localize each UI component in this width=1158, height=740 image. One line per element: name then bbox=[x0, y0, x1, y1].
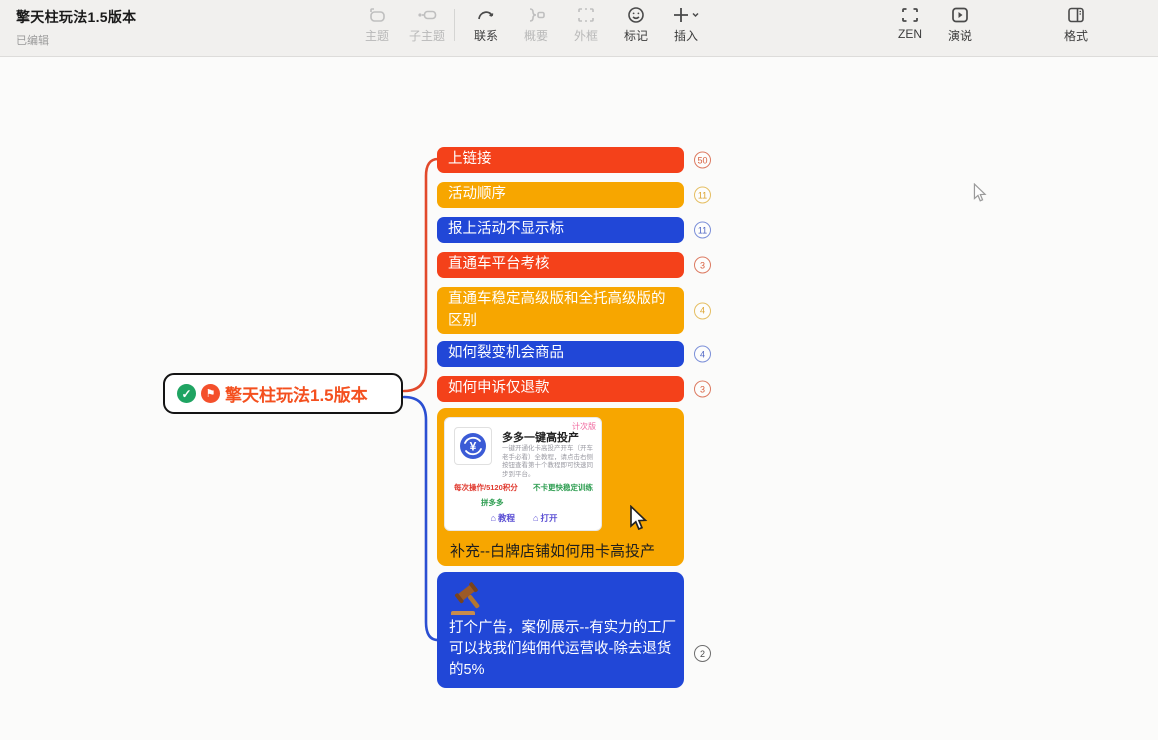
image-topic-caption: 补充--白牌店铺如何用卡高投产 bbox=[450, 540, 655, 561]
topic-label: 直通车稳定高级版和全托高级版的区别 bbox=[448, 289, 673, 331]
card-description: 一键开通化卡高投产开车（开车老手必看）全教程，请点击右侧按钮查看第十个教程即可快… bbox=[502, 445, 597, 479]
document-info: 擎天柱玩法1.5版本 已编辑 bbox=[16, 7, 136, 48]
marker-count-badge: 50 bbox=[694, 152, 711, 169]
document-title: 擎天柱玩法1.5版本 bbox=[16, 7, 136, 27]
topic-label: 直通车平台考核 bbox=[448, 254, 550, 275]
subtopic-icon bbox=[416, 5, 438, 25]
toolbar-divider bbox=[454, 9, 455, 41]
open-button-label: 打开 bbox=[540, 512, 557, 524]
flag-marker-icon[interactable]: ⚑ bbox=[201, 384, 220, 403]
toolbar-subtopic-button[interactable]: 子主题 bbox=[402, 5, 452, 44]
branch-line-bottom bbox=[404, 397, 438, 640]
topic-node-note[interactable]: 打个广告，案例展示--有实力的工厂可以找我们纯佣代运营收-除去退货的5% 2 bbox=[437, 572, 684, 688]
note-topic-label: 打个广告，案例展示--有实力的工厂可以找我们纯佣代运营收-除去退货的5% bbox=[449, 618, 677, 681]
topic-node[interactable]: 如何申诉仅退款 3 bbox=[437, 376, 684, 402]
refresh-yuan-logo-icon: ¥ bbox=[457, 430, 489, 462]
toolbar-label: 子主题 bbox=[409, 27, 445, 44]
marker-count-badge: 11 bbox=[694, 222, 711, 239]
mindmap-canvas[interactable]: ✓ ⚑ 擎天柱玩法1.5版本 上链接 50 活动顺序 11 报上活动不显示标 1… bbox=[0, 57, 1158, 740]
card-buttons-row: ⌂ 教程 ⌂ 打开 bbox=[445, 512, 603, 524]
document-status: 已编辑 bbox=[16, 32, 136, 48]
topic-icon bbox=[366, 5, 388, 25]
toolbar-label: 标记 bbox=[624, 27, 648, 44]
insert-plus-icon bbox=[671, 5, 701, 25]
marker-count-badge: 2 bbox=[694, 645, 711, 662]
topic-label: 报上活动不显示标 bbox=[448, 219, 564, 240]
format-panel-icon bbox=[1065, 5, 1087, 25]
boundary-icon bbox=[575, 5, 597, 25]
toolbar-topic-button[interactable]: 主题 bbox=[352, 5, 402, 44]
toolbar-label: 联系 bbox=[474, 27, 498, 44]
branch-line-top bbox=[404, 159, 438, 391]
card-benefit-note: 不卡更快稳定训练 bbox=[533, 482, 593, 493]
toolbar-marker-button[interactable]: 标记 bbox=[611, 5, 661, 44]
toolbar-summary-button[interactable]: 概要 bbox=[511, 5, 561, 44]
toolbar-label: 插入 bbox=[674, 27, 698, 44]
card-brand: 拼多多 bbox=[481, 497, 504, 508]
toolbar-label: ZEN bbox=[898, 27, 922, 41]
topic-label: 如何裂变机会商品 bbox=[448, 343, 564, 364]
relationship-icon bbox=[475, 5, 497, 25]
topic-node[interactable]: 直通车稳定高级版和全托高级版的区别 4 bbox=[437, 287, 684, 334]
app-logo-box: ¥ bbox=[454, 427, 492, 465]
svg-text:¥: ¥ bbox=[470, 440, 477, 454]
toolbar-zen-button[interactable]: ZEN bbox=[885, 5, 935, 41]
marker-count-badge: 11 bbox=[694, 187, 711, 204]
toolbar-right-group: ZEN 演说 格式 bbox=[885, 5, 1101, 44]
toolbar-boundary-button[interactable]: 外框 bbox=[561, 5, 611, 44]
marker-count-badge: 3 bbox=[694, 381, 711, 398]
zen-mode-icon bbox=[899, 5, 921, 25]
gavel-icon bbox=[449, 581, 491, 622]
summary-icon bbox=[525, 5, 547, 25]
card-cost-note: 每次操作/5120积分 bbox=[454, 482, 518, 493]
toolbar-label: 概要 bbox=[524, 27, 548, 44]
marker-count-badge: 4 bbox=[694, 302, 711, 319]
open-button[interactable]: ⌂ 打开 bbox=[533, 512, 557, 524]
root-node-label: 擎天柱玩法1.5版本 bbox=[225, 381, 368, 406]
toolbar-label: 格式 bbox=[1064, 27, 1088, 44]
root-node[interactable]: ✓ ⚑ 擎天柱玩法1.5版本 bbox=[163, 373, 403, 414]
home-icon: ⌂ bbox=[491, 513, 496, 523]
toolbar-relationship-button[interactable]: 联系 bbox=[461, 5, 511, 44]
topbar: 擎天柱玩法1.5版本 已编辑 主题 子主题 bbox=[0, 0, 1158, 57]
topic-node[interactable]: 直通车平台考核 3 bbox=[437, 252, 684, 278]
toolbar-insert-button[interactable]: 插入 bbox=[661, 5, 711, 44]
tutorial-button[interactable]: ⌂ 教程 bbox=[491, 512, 515, 524]
toolbar-format-button[interactable]: 格式 bbox=[1051, 5, 1101, 44]
topic-label: 上链接 bbox=[448, 149, 492, 170]
marker-smiley-icon bbox=[625, 5, 647, 25]
embedded-screenshot-card: 计次版 ¥ 多多一键高投产 一键开通化卡高投产开车（开车老手必看）全教程，请点击… bbox=[444, 417, 602, 531]
tutorial-button-label: 教程 bbox=[498, 512, 515, 524]
topic-label: 活动顺序 bbox=[448, 184, 506, 205]
topic-node-with-image[interactable]: 计次版 ¥ 多多一键高投产 一键开通化卡高投产开车（开车老手必看）全教程，请点击… bbox=[437, 408, 684, 566]
toolbar-label: 外框 bbox=[574, 27, 598, 44]
toolbar-label: 主题 bbox=[365, 27, 389, 44]
toolbar-label: 演说 bbox=[948, 27, 972, 44]
topic-node[interactable]: 上链接 50 bbox=[437, 147, 684, 173]
toolbar-center-group: 主题 子主题 联系 bbox=[352, 5, 711, 44]
marker-count-badge: 3 bbox=[694, 257, 711, 274]
topic-node[interactable]: 如何裂变机会商品 4 bbox=[437, 341, 684, 367]
toolbar-pitch-button[interactable]: 演说 bbox=[935, 5, 985, 44]
mindmap-app: 擎天柱玩法1.5版本 已编辑 主题 子主题 bbox=[0, 0, 1158, 740]
home-icon: ⌂ bbox=[533, 513, 538, 523]
mouse-cursor-icon bbox=[972, 183, 988, 208]
marker-count-badge: 4 bbox=[694, 346, 711, 363]
topic-label: 如何申诉仅退款 bbox=[448, 378, 550, 399]
topic-node[interactable]: 活动顺序 11 bbox=[437, 182, 684, 208]
task-done-marker-icon[interactable]: ✓ bbox=[177, 384, 196, 403]
topic-node[interactable]: 报上活动不显示标 11 bbox=[437, 217, 684, 243]
play-presentation-icon bbox=[949, 5, 971, 25]
card-title: 多多一键高投产 bbox=[502, 429, 579, 445]
